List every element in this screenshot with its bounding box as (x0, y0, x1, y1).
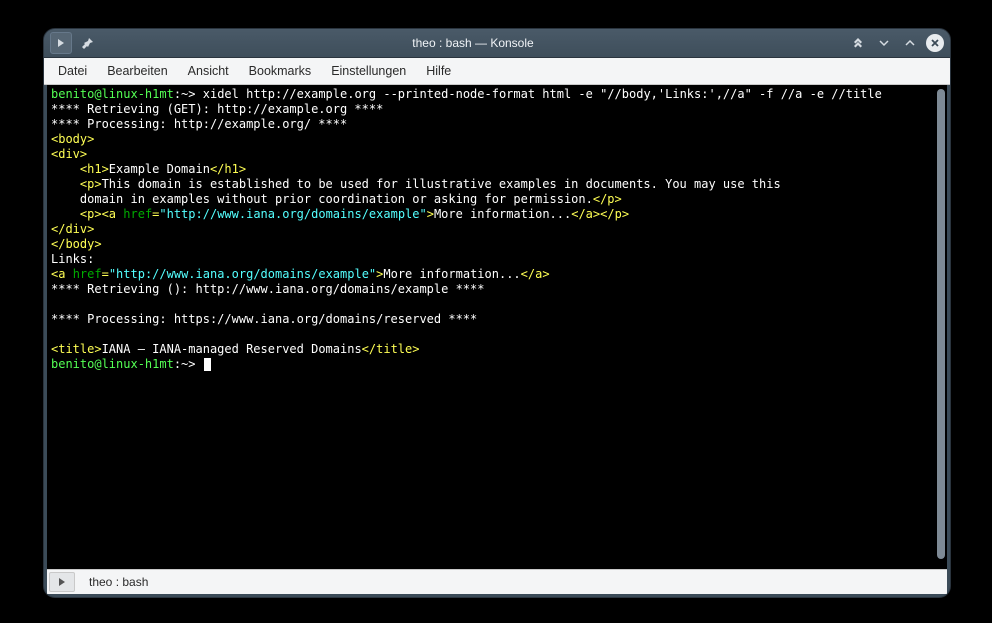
text: Example Domain (109, 162, 210, 176)
tag: </p> (600, 207, 629, 221)
attr-val: "http://www.iana.org/domains/example" (109, 267, 376, 281)
menu-bearbeiten[interactable]: Bearbeiten (97, 60, 177, 82)
tag: <p> (51, 207, 102, 221)
tag: </div> (51, 222, 94, 236)
text: More information... (383, 267, 520, 281)
output-line: **** Retrieving (): http://www.iana.org/… (51, 282, 484, 296)
tab-bar: theo : bash (47, 569, 947, 594)
cursor-space (196, 357, 203, 371)
minimize-icon[interactable] (874, 33, 894, 53)
tab-theo-bash[interactable]: theo : bash (77, 570, 160, 594)
attr: href (123, 207, 152, 221)
tag: </h1> (210, 162, 246, 176)
menu-hilfe[interactable]: Hilfe (416, 60, 461, 82)
prompt-user: benito@linux-h1mt (51, 87, 174, 101)
attr: href (73, 267, 102, 281)
tag: <p> (51, 177, 102, 191)
menu-bookmarks[interactable]: Bookmarks (239, 60, 322, 82)
app-menu-button[interactable] (50, 32, 72, 54)
cursor-icon (204, 358, 211, 371)
close-button[interactable] (926, 34, 944, 52)
output-line: **** Retrieving (GET): http://example.or… (51, 102, 383, 116)
tag: <body> (51, 132, 94, 146)
menu-datei[interactable]: Datei (48, 60, 97, 82)
pin-icon[interactable] (78, 33, 98, 53)
menubar: Datei Bearbeiten Ansicht Bookmarks Einst… (44, 58, 950, 85)
prompt-path: :~> (174, 87, 196, 101)
tag: <h1> (51, 162, 109, 176)
tag: </body> (51, 237, 102, 251)
attr-val: "http://www.iana.org/domains/example" (159, 207, 426, 221)
titlebar-right (848, 33, 944, 53)
tag: <a (102, 207, 124, 221)
tag: <a (51, 267, 73, 281)
tag: </a> (571, 207, 600, 221)
titlebar-left (50, 32, 98, 54)
terminal-scrollbar[interactable] (937, 89, 945, 559)
command-text: xidel http://example.org --printed-node-… (196, 87, 882, 101)
konsole-window: theo : bash — Konsole Datei Bearbeiten A… (43, 28, 951, 598)
menu-ansicht[interactable]: Ansicht (178, 60, 239, 82)
tag: </title> (362, 342, 420, 356)
output-line: **** Processing: http://example.org/ ***… (51, 117, 347, 131)
tag: <div> (51, 147, 87, 161)
text: domain in examples without prior coordin… (51, 192, 593, 206)
tag: <title> (51, 342, 102, 356)
text: IANA — IANA-managed Reserved Domains (102, 342, 362, 356)
terminal-area[interactable]: benito@linux-h1mt:~> xidel http://exampl… (47, 85, 947, 569)
text: More information... (434, 207, 571, 221)
menu-einstellungen[interactable]: Einstellungen (321, 60, 416, 82)
scrollbar-thumb[interactable] (937, 89, 945, 559)
text: This domain is established to be used fo… (102, 177, 781, 191)
text: Links: (51, 252, 94, 266)
window-title: theo : bash — Konsole (98, 36, 848, 50)
tag: </a> (521, 267, 550, 281)
maximize-icon[interactable] (900, 33, 920, 53)
eq: = (102, 267, 109, 281)
prompt-path: :~> (174, 357, 196, 371)
new-tab-button[interactable] (49, 572, 75, 592)
gt: > (427, 207, 434, 221)
titlebar[interactable]: theo : bash — Konsole (44, 29, 950, 58)
prompt-user: benito@linux-h1mt (51, 357, 174, 371)
keep-above-icon[interactable] (848, 33, 868, 53)
tag: </p> (593, 192, 622, 206)
output-line: **** Processing: https://www.iana.org/do… (51, 312, 477, 326)
